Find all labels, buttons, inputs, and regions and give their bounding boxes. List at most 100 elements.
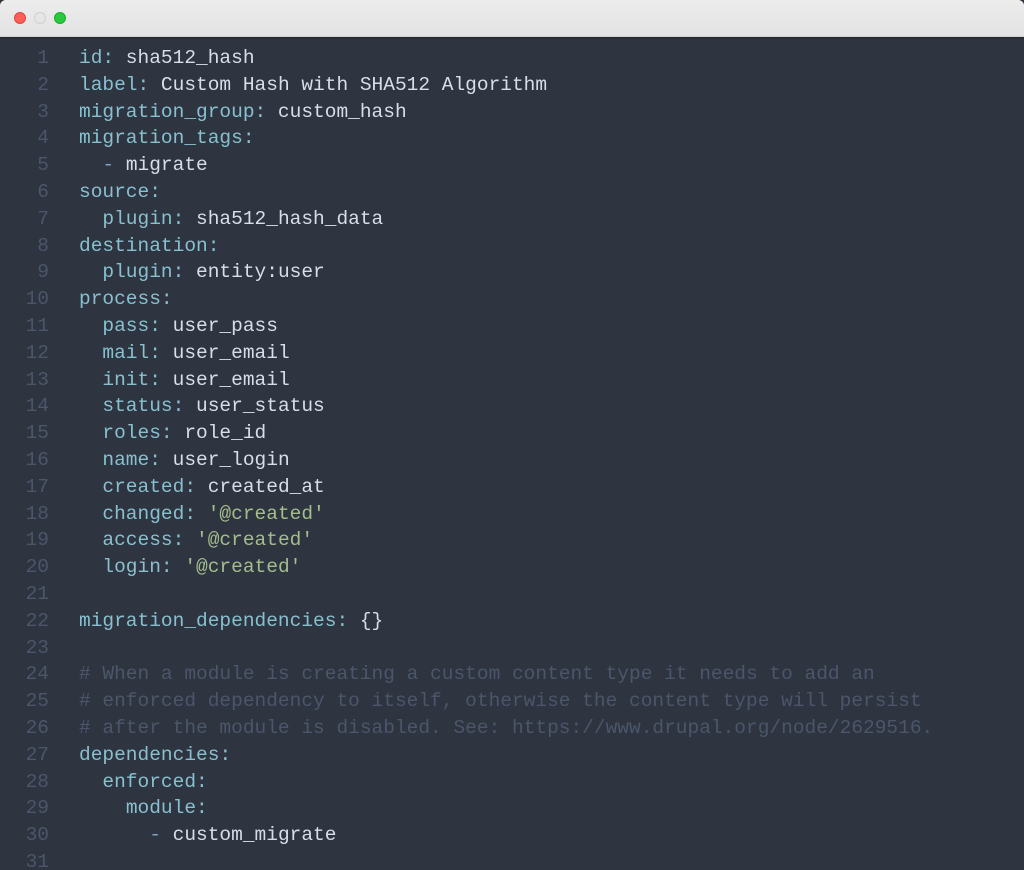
token: entity:user (184, 261, 324, 283)
token: login (102, 556, 161, 578)
token: : (149, 181, 161, 203)
line-number: 7 (0, 206, 49, 233)
token: process (79, 288, 161, 310)
code-line[interactable]: # after the module is disabled. See: htt… (79, 715, 1024, 742)
token: : (173, 395, 185, 417)
token: '@created' (208, 503, 325, 525)
line-number: 19 (0, 527, 49, 554)
code-line[interactable]: destination: (79, 233, 1024, 260)
code-line[interactable]: created: created_at (79, 474, 1024, 501)
code-line[interactable]: name: user_login (79, 447, 1024, 474)
line-number: 14 (0, 393, 49, 420)
token: role_id (173, 422, 267, 444)
token: : (196, 797, 208, 819)
token: : (196, 771, 208, 793)
code-line[interactable]: enforced: (79, 769, 1024, 796)
code-line[interactable]: dependencies: (79, 742, 1024, 769)
token: migration_dependencies (79, 610, 336, 632)
line-number: 29 (0, 795, 49, 822)
code-line[interactable]: migration_dependencies: {} (79, 608, 1024, 635)
token: roles (102, 422, 161, 444)
token: status (102, 395, 172, 417)
code-line[interactable]: roles: role_id (79, 420, 1024, 447)
token: changed (102, 503, 184, 525)
code-line[interactable]: mail: user_email (79, 340, 1024, 367)
line-number: 31 (0, 849, 49, 870)
code-area[interactable]: id: sha512_hashlabel: Custom Hash with S… (63, 39, 1024, 870)
token: init (102, 369, 149, 391)
code-line[interactable]: - custom_migrate (79, 822, 1024, 849)
line-number: 13 (0, 367, 49, 394)
code-line[interactable]: # enforced dependency to itself, otherwi… (79, 688, 1024, 715)
token: dependencies (79, 744, 219, 766)
maximize-icon[interactable] (54, 12, 66, 24)
indent (79, 476, 102, 498)
line-number: 3 (0, 99, 49, 126)
code-line[interactable] (79, 635, 1024, 662)
indent (79, 824, 149, 846)
code-line[interactable]: label: Custom Hash with SHA512 Algorithm (79, 72, 1024, 99)
token: user_pass (161, 315, 278, 337)
token: created_at (196, 476, 325, 498)
code-line[interactable]: process: (79, 286, 1024, 313)
token: mail (102, 342, 149, 364)
code-line[interactable]: source: (79, 179, 1024, 206)
token: sha512_hash_data (184, 208, 383, 230)
token: plugin (102, 261, 172, 283)
code-line[interactable]: module: (79, 795, 1024, 822)
token: : (161, 288, 173, 310)
close-icon[interactable] (14, 12, 26, 24)
code-line[interactable]: status: user_status (79, 393, 1024, 420)
code-line[interactable]: pass: user_pass (79, 313, 1024, 340)
code-line[interactable] (79, 581, 1024, 608)
indent (79, 556, 102, 578)
line-number: 30 (0, 822, 49, 849)
line-number: 2 (0, 72, 49, 99)
code-line[interactable] (79, 849, 1024, 870)
minimize-icon[interactable] (34, 12, 46, 24)
code-line[interactable]: - migrate (79, 152, 1024, 179)
line-number: 24 (0, 661, 49, 688)
code-line[interactable]: plugin: entity:user (79, 259, 1024, 286)
line-number: 16 (0, 447, 49, 474)
code-editor[interactable]: 1234567891011121314151617181920212223242… (0, 39, 1024, 870)
line-number: 8 (0, 233, 49, 260)
token: : (161, 422, 173, 444)
token: custom_hash (266, 101, 406, 123)
code-line[interactable]: migration_tags: (79, 125, 1024, 152)
line-number: 18 (0, 501, 49, 528)
token: : (149, 315, 161, 337)
code-line[interactable]: id: sha512_hash (79, 45, 1024, 72)
token: - (102, 154, 125, 176)
code-line[interactable]: init: user_email (79, 367, 1024, 394)
line-number: 23 (0, 635, 49, 662)
line-number: 10 (0, 286, 49, 313)
token: created (102, 476, 184, 498)
token: # enforced dependency to itself, otherwi… (79, 690, 922, 712)
code-line[interactable]: migration_group: custom_hash (79, 99, 1024, 126)
line-number-gutter: 1234567891011121314151617181920212223242… (0, 39, 63, 870)
indent (79, 369, 102, 391)
indent (79, 261, 102, 283)
titlebar (0, 0, 1024, 37)
indent (79, 422, 102, 444)
token: access (102, 529, 172, 551)
line-number: 11 (0, 313, 49, 340)
token: plugin (102, 208, 172, 230)
token: sha512_hash (114, 47, 254, 69)
token: migration_tags (79, 127, 243, 149)
indent (79, 449, 102, 471)
token: - (149, 824, 172, 846)
code-line[interactable]: changed: '@created' (79, 501, 1024, 528)
code-line[interactable]: # When a module is creating a custom con… (79, 661, 1024, 688)
token: : (161, 556, 173, 578)
code-line[interactable]: access: '@created' (79, 527, 1024, 554)
code-line[interactable]: plugin: sha512_hash_data (79, 206, 1024, 233)
token: name (102, 449, 149, 471)
token: : (149, 342, 161, 364)
code-line[interactable]: login: '@created' (79, 554, 1024, 581)
token: user_email (161, 342, 290, 364)
token (184, 529, 196, 551)
token: Custom Hash with SHA512 Algorithm (149, 74, 547, 96)
line-number: 17 (0, 474, 49, 501)
